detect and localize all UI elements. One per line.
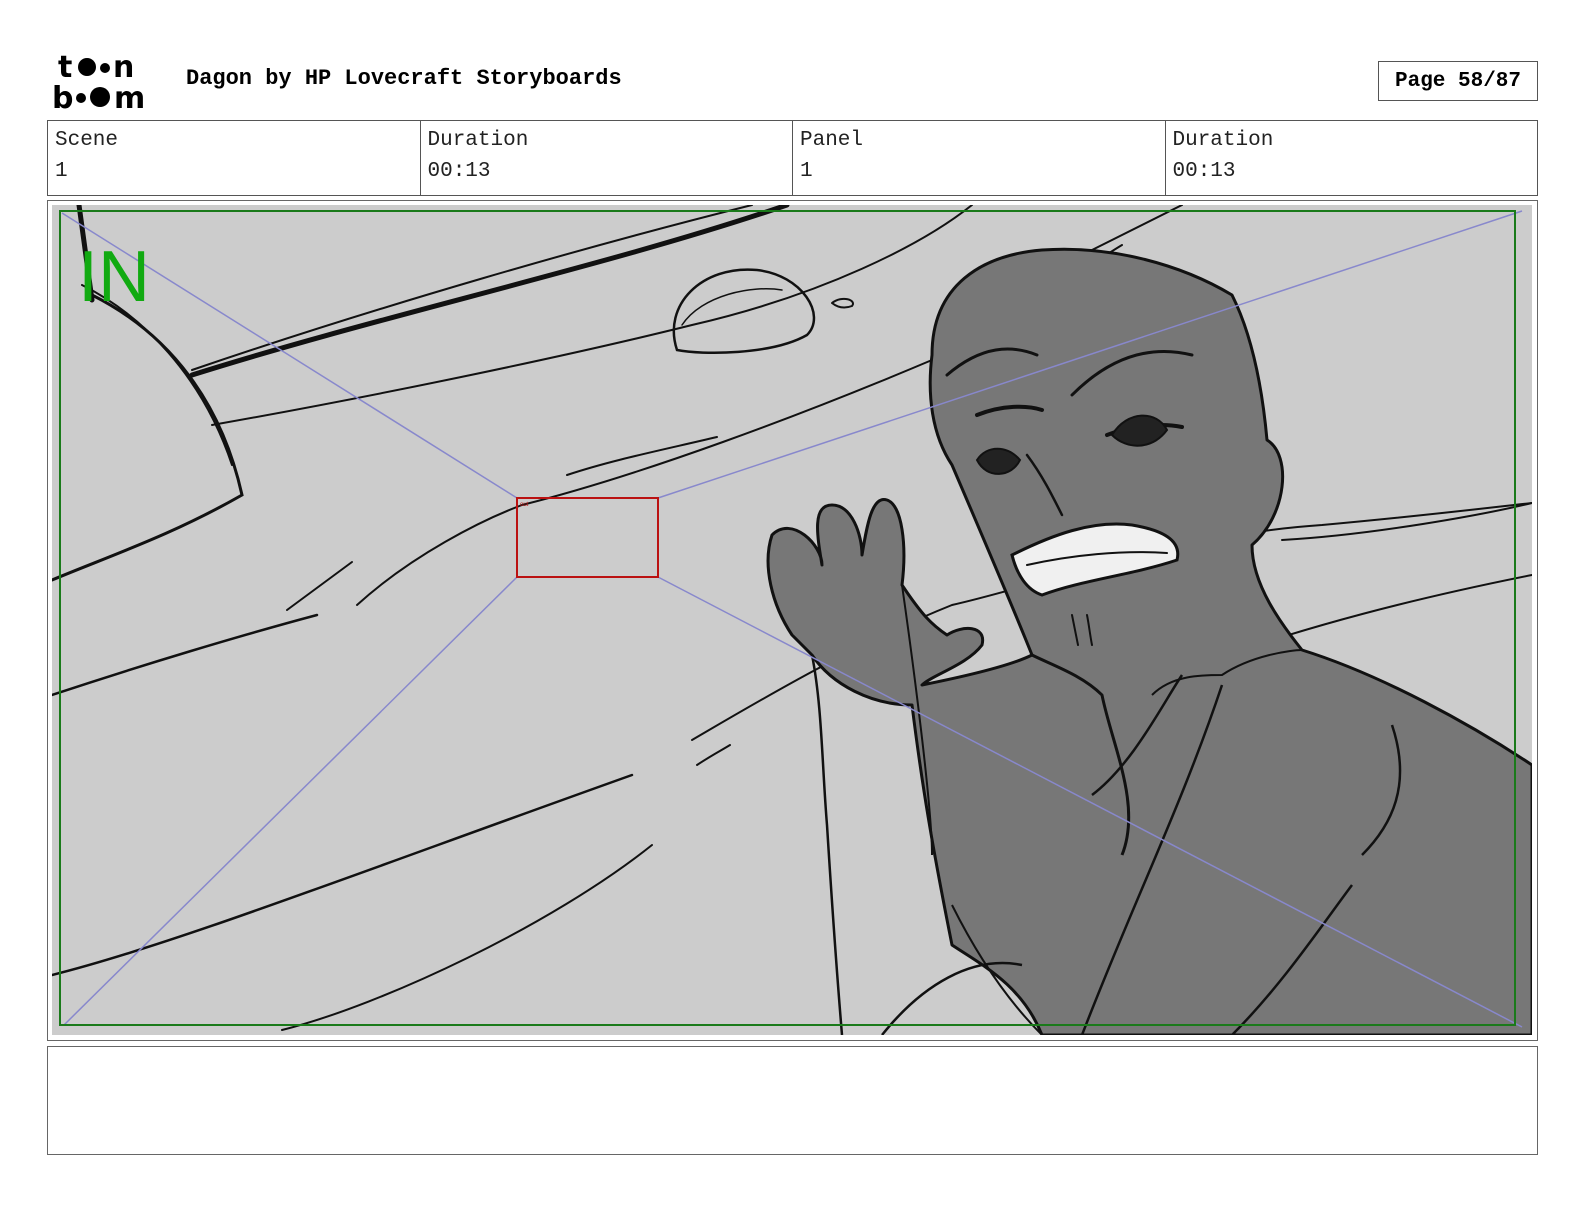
panel-notes-box (47, 1046, 1538, 1155)
scene-cell: Scene 1 (48, 121, 421, 195)
panel-label: Panel (800, 129, 864, 152)
target-frame-label: out (520, 502, 529, 508)
scene-duration-value: 00:13 (427, 160, 491, 183)
panel-sketch: out IN (52, 205, 1532, 1035)
document-title: Dagon by HP Lovecraft Storyboards (186, 66, 622, 91)
storyboard-panel: out IN (47, 200, 1538, 1041)
svg-text:m: m (114, 81, 145, 114)
svg-text:t: t (58, 50, 72, 85)
panel-duration-cell: Duration 00:13 (1166, 121, 1538, 195)
scene-duration-label: Duration (427, 129, 529, 152)
page-number: Page 58/87 (1378, 61, 1538, 101)
svg-text:b: b (52, 81, 73, 114)
camera-in-label: IN (78, 237, 150, 317)
scene-value: 1 (55, 160, 68, 183)
scene-label: Scene (55, 129, 119, 152)
panel-cell: Panel 1 (793, 121, 1166, 195)
scene-info-table: Scene 1 Duration 00:13 Panel 1 Duration … (47, 120, 1538, 196)
svg-text:n: n (113, 50, 134, 85)
scene-duration-cell: Duration 00:13 (421, 121, 793, 195)
panel-value: 1 (800, 160, 813, 183)
panel-duration-value: 00:13 (1172, 160, 1236, 183)
toon-boom-logo: t n b m (52, 50, 145, 114)
panel-duration-label: Duration (1172, 129, 1274, 152)
